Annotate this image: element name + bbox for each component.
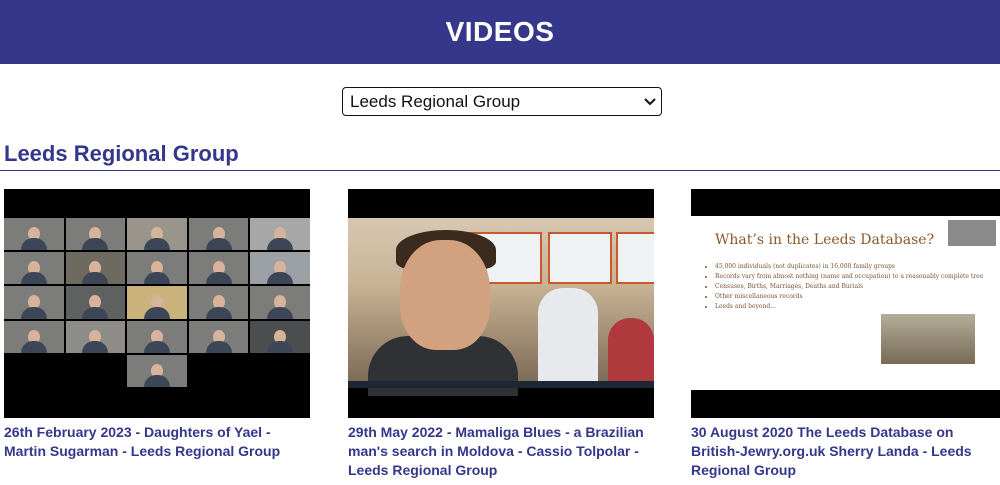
- video-card[interactable]: What’s in the Leeds Database? 45,000 ind…: [691, 189, 1000, 480]
- zoom-participant-grid: [4, 218, 310, 387]
- slide-bullet: Other miscellaneous records: [715, 292, 983, 302]
- taskbar-strip: [348, 381, 654, 388]
- video-caption[interactable]: 30 August 2020 The Leeds Database on Bri…: [691, 423, 1000, 480]
- slide-bullet: Leeds and beyond...: [715, 302, 983, 312]
- section-divider: [0, 170, 1000, 171]
- slide-photo: [881, 314, 975, 364]
- video-card[interactable]: 29th May 2022 - Mamaliga Blues - a Brazi…: [348, 189, 654, 480]
- video-caption[interactable]: 29th May 2022 - Mamaliga Blues - a Brazi…: [348, 423, 654, 480]
- page-header: VIDEOS: [0, 0, 1000, 64]
- video-caption[interactable]: 26th February 2023 - Daughters of Yael -…: [4, 423, 310, 461]
- slide-title: What’s in the Leeds Database?: [715, 232, 935, 248]
- video-card[interactable]: 26th February 2023 - Daughters of Yael -…: [4, 189, 310, 461]
- video-thumbnail[interactable]: [4, 189, 310, 418]
- group-select-value: Leeds Regional Group: [350, 91, 521, 111]
- slide-bullet: Records vary from almost nothing (name a…: [715, 272, 983, 282]
- presentation-slide: What’s in the Leeds Database? 45,000 ind…: [691, 216, 1000, 390]
- video-thumbnail[interactable]: [348, 189, 654, 418]
- section-title: Leeds Regional Group: [4, 141, 239, 166]
- slide-bullet: Censuses, Births, Marriages, Deaths and …: [715, 282, 983, 292]
- group-select[interactable]: Leeds Regional Group: [342, 87, 662, 116]
- video-still: [348, 218, 654, 396]
- slide-bullets: 45,000 individuals (not duplicates) in 1…: [705, 262, 983, 312]
- video-thumbnail[interactable]: What’s in the Leeds Database? 45,000 ind…: [691, 189, 1000, 418]
- speaker-camera: [948, 220, 996, 246]
- page-title: VIDEOS: [445, 16, 555, 47]
- slide-bullet: 45,000 individuals (not duplicates) in 1…: [715, 262, 983, 272]
- chevron-down-icon: [639, 91, 661, 113]
